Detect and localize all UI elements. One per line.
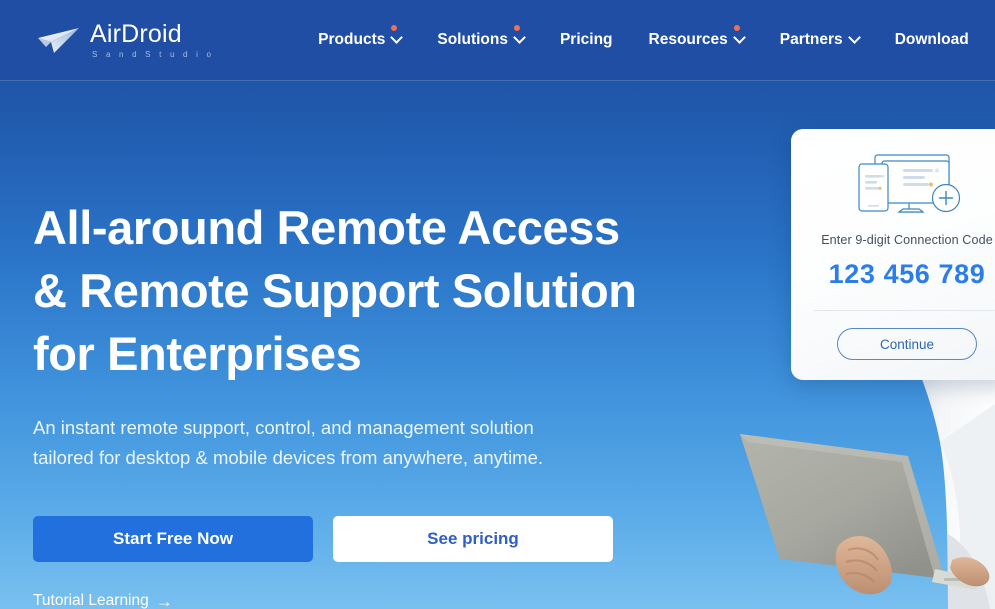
cta-row: Start Free Now See pricing: [33, 516, 733, 562]
connection-code-card: Enter 9-digit Connection Code 123 456 78…: [791, 129, 995, 380]
nav-item-download[interactable]: Download: [877, 23, 987, 57]
nav-item-pricing[interactable]: Pricing: [542, 23, 631, 57]
card-divider: [813, 310, 995, 311]
continue-button[interactable]: Continue: [837, 328, 977, 360]
monitor-tablet-plus-icon: [858, 154, 961, 213]
nav-label: Resources: [648, 31, 728, 48]
chevron-down-icon: [732, 30, 746, 44]
nav-item-products[interactable]: Products: [300, 23, 419, 57]
chevron-down-icon: [513, 30, 526, 44]
headline-line-2: & Remote Support Solution: [33, 264, 637, 317]
paper-plane-icon: [38, 28, 79, 53]
landing-page: AirDroid S a n d S t u d i o Products So…: [0, 0, 995, 609]
brand-name: AirDroid: [90, 19, 182, 48]
nav-label: Download: [894, 31, 969, 48]
headline-line-1: All-around Remote Access: [33, 201, 620, 254]
page-title: All-around Remote Access & Remote Suppor…: [33, 196, 733, 385]
connection-code-label: Enter 9-digit Connection Code: [821, 233, 993, 247]
nav-item-solutions[interactable]: Solutions: [419, 23, 542, 57]
see-pricing-button[interactable]: See pricing: [333, 516, 613, 562]
hero-subheading: An instant remote support, control, and …: [33, 413, 683, 473]
nav-label: Partners: [779, 31, 843, 48]
nav-item-resources[interactable]: Resources: [631, 23, 762, 57]
subhead-line-1: An instant remote support, control, and …: [33, 417, 534, 438]
person-holding-laptop-photo: [740, 364, 995, 609]
tutorial-link-label: Tutorial Learning: [33, 592, 149, 609]
subhead-line-2: tailored for desktop & mobile devices fr…: [33, 447, 544, 468]
start-free-now-button[interactable]: Start Free Now: [33, 516, 313, 562]
site-header: AirDroid S a n d S t u d i o Products So…: [0, 0, 995, 81]
brand-tagline: S a n d S t u d i o: [92, 49, 215, 59]
nav-label: Pricing: [559, 31, 613, 48]
headline-line-3: for Enterprises: [33, 327, 362, 380]
connection-code-value[interactable]: 123 456 789: [805, 259, 995, 290]
nav-item-partners[interactable]: Partners: [762, 23, 877, 57]
nav-label: Products: [318, 31, 386, 48]
nav-label: Solutions: [437, 31, 508, 48]
chevron-down-icon: [847, 30, 861, 44]
chevron-down-icon: [390, 30, 404, 44]
arrow-right-icon: →: [155, 591, 173, 609]
tutorial-learning-link[interactable]: Tutorial Learning →: [33, 592, 173, 609]
main-navigation: Products Solutions Pricing Resources Par…: [300, 23, 987, 57]
hero-section: All-around Remote Access & Remote Suppor…: [33, 95, 733, 609]
brand-logo[interactable]: AirDroid S a n d S t u d i o: [30, 19, 215, 59]
